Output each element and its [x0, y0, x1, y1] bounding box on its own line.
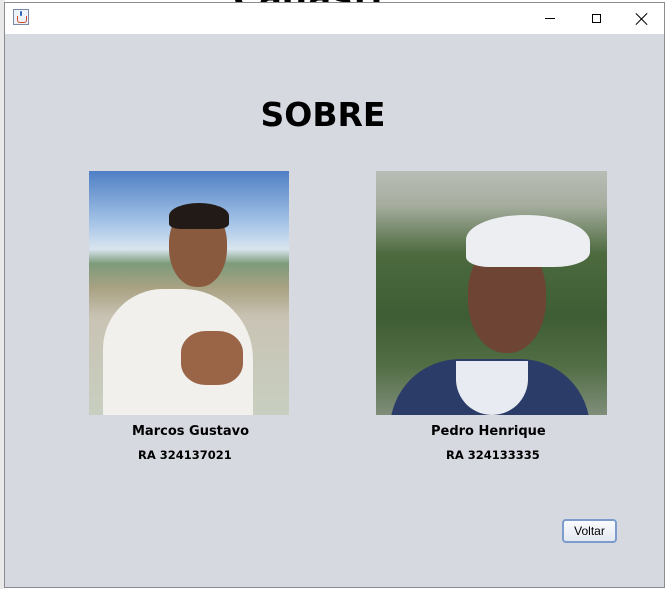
java-coffee-icon [13, 9, 29, 25]
photo-pedro-henrique [376, 171, 607, 415]
maximize-icon [591, 14, 601, 23]
person-name: Marcos Gustavo [132, 424, 250, 439]
person-ra: RA 324133335 [446, 448, 540, 462]
person-ra: RA 324137021 [138, 448, 232, 462]
about-window: SOBRE Marcos Gustavo RA 324137021 Pedro … [4, 2, 665, 588]
person-name: Pedro Henrique [431, 424, 546, 439]
maximize-button[interactable] [573, 3, 619, 34]
close-button[interactable] [619, 3, 665, 34]
minimize-button[interactable] [527, 3, 573, 34]
close-icon [636, 13, 648, 25]
title-bar[interactable] [5, 3, 664, 34]
page-title: SOBRE [260, 95, 386, 134]
photo-marcos-gustavo [89, 171, 289, 415]
minimize-icon [545, 18, 555, 19]
back-button[interactable]: Voltar [562, 519, 617, 543]
